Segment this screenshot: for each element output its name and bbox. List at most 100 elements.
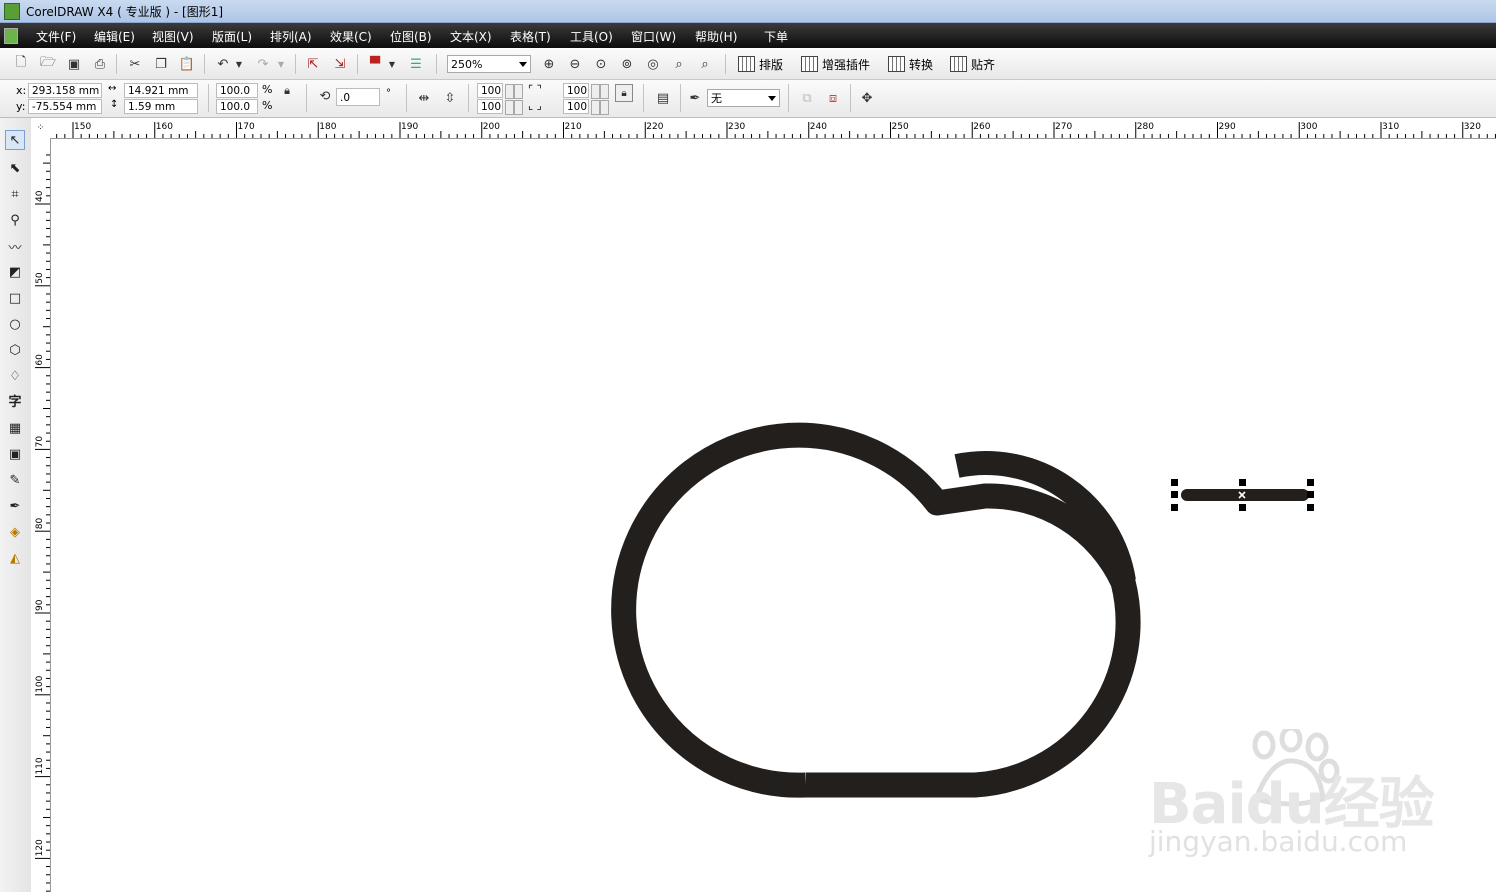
selection-handle[interactable] bbox=[1307, 491, 1314, 498]
import-icon[interactable]: ⇱ bbox=[304, 55, 322, 73]
convert-to-curves-icon[interactable]: ✥ bbox=[858, 89, 876, 107]
position-a-top-input[interactable]: 100 bbox=[477, 83, 503, 98]
menu-file[interactable]: 文件(F) bbox=[36, 28, 76, 45]
break-apart-icon[interactable]: ⧈ bbox=[824, 89, 842, 107]
zoom-page-icon[interactable]: ◎ bbox=[644, 55, 662, 73]
paste-icon[interactable]: 📋 bbox=[178, 55, 196, 73]
menu-effects[interactable]: 效果(C) bbox=[330, 28, 372, 45]
eyedropper-tool-icon[interactable]: ✎ bbox=[5, 470, 25, 490]
selection-handle[interactable] bbox=[1239, 504, 1246, 511]
horizontal-ruler[interactable]: 150 160 170 180 190 200 210 220 230 240 250 260 270 2… bbox=[50, 118, 1496, 139]
x-position-input[interactable]: 293.158 mm bbox=[28, 83, 102, 98]
zoom-out-icon[interactable]: ⊖ bbox=[566, 55, 584, 73]
selection-handle[interactable] bbox=[1307, 479, 1314, 486]
menu-arrange[interactable]: 排列(A) bbox=[270, 28, 312, 45]
zoom-levels-select[interactable]: 250% bbox=[447, 55, 531, 73]
outline-width-select[interactable]: 无 bbox=[707, 89, 780, 107]
menu-window[interactable]: 窗口(W) bbox=[631, 28, 676, 45]
zoom-tool-icon[interactable]: ⚲ bbox=[5, 210, 25, 230]
selection-handle[interactable] bbox=[1239, 479, 1246, 486]
scale-x-input[interactable]: 100.0 bbox=[216, 83, 258, 98]
undo-dropdown-icon[interactable]: ▼ bbox=[234, 55, 244, 73]
zoom-height-icon[interactable]: ⌕ bbox=[696, 55, 714, 73]
width-input[interactable]: 14.921 mm bbox=[124, 83, 198, 98]
spinner-icon[interactable] bbox=[600, 84, 609, 99]
spinner-icon[interactable] bbox=[505, 100, 514, 115]
copy-icon[interactable]: ❐ bbox=[152, 55, 170, 73]
table-tool-icon[interactable]: ▦ bbox=[5, 418, 25, 438]
position-b-bottom-input[interactable]: 100 bbox=[563, 99, 589, 114]
menu-bitmaps[interactable]: 位图(B) bbox=[390, 28, 432, 45]
ellipse-tool-icon[interactable]: ○ bbox=[5, 314, 25, 334]
fill-tool-icon[interactable]: ◈ bbox=[5, 522, 25, 542]
mirror-horizontal-icon[interactable]: ⇹ bbox=[415, 89, 433, 107]
menu-tools[interactable]: 工具(O) bbox=[570, 28, 613, 45]
y-position-input[interactable]: -75.554 mm bbox=[28, 99, 102, 114]
redo-icon[interactable]: ↷ bbox=[254, 55, 272, 73]
menu-order[interactable]: 下单 bbox=[764, 28, 788, 45]
menu-help[interactable]: 帮助(H) bbox=[695, 28, 737, 45]
zoom-selected-icon[interactable]: ⊙ bbox=[592, 55, 610, 73]
smart-fill-tool-icon[interactable]: ◩ bbox=[5, 262, 25, 282]
menu-table[interactable]: 表格(T) bbox=[510, 28, 551, 45]
crop-tool-icon[interactable]: ⌗ bbox=[5, 184, 25, 204]
freehand-tool-icon[interactable]: 〰 bbox=[5, 236, 25, 256]
lock-ratio-icon[interactable]: 🔒︎ bbox=[280, 84, 294, 98]
basic-shapes-tool-icon[interactable]: ♢ bbox=[5, 366, 25, 386]
menu-text[interactable]: 文本(X) bbox=[450, 28, 492, 45]
menu-view[interactable]: 视图(V) bbox=[152, 28, 194, 45]
spinner-icon[interactable] bbox=[591, 100, 600, 115]
pick-tool-icon[interactable]: ↖ bbox=[5, 130, 25, 150]
shape-tool-icon[interactable]: ⬉ bbox=[5, 158, 25, 178]
enhance-plugin-button[interactable]: 增强插件 bbox=[801, 54, 870, 74]
combine-icon[interactable]: ⧉ bbox=[798, 89, 816, 107]
vertical-ruler[interactable]: 40 50 60 70 80 90 100 110 120 bbox=[31, 138, 51, 892]
redo-dropdown-icon[interactable]: ▼ bbox=[276, 55, 286, 73]
cut-icon[interactable]: ✂ bbox=[126, 55, 144, 73]
zoom-in-icon[interactable]: ⊕ bbox=[540, 55, 558, 73]
zoom-all-objects-icon[interactable]: ⊚ bbox=[618, 55, 636, 73]
rotation-angle-input[interactable]: .0 bbox=[336, 88, 380, 106]
spinner-icon[interactable] bbox=[505, 84, 514, 99]
welcome-screen-icon[interactable]: ☰ bbox=[407, 55, 425, 73]
interactive-fill-tool-icon[interactable]: ◭ bbox=[5, 548, 25, 568]
mirror-vertical-icon[interactable]: ⇳ bbox=[441, 89, 459, 107]
text-tool-icon[interactable]: 字 bbox=[5, 390, 25, 410]
height-input[interactable]: 1.59 mm bbox=[124, 99, 198, 114]
new-document-icon[interactable]: 🗋 bbox=[12, 55, 30, 73]
rectangle-tool-icon[interactable]: □ bbox=[5, 288, 25, 308]
application-launcher-icon[interactable]: ▀ bbox=[366, 55, 384, 73]
selection-handle[interactable] bbox=[1171, 491, 1178, 498]
undo-icon[interactable]: ↶ bbox=[214, 55, 232, 73]
selection-handle[interactable] bbox=[1171, 479, 1178, 486]
selection-handle[interactable] bbox=[1307, 504, 1314, 511]
open-folder-icon[interactable]: 🗁 bbox=[39, 55, 57, 73]
export-icon[interactable]: ⇲ bbox=[331, 55, 349, 73]
menu-layout[interactable]: 版面(L) bbox=[212, 28, 252, 45]
convert-plugin-button[interactable]: 转换 bbox=[888, 54, 933, 74]
print-icon[interactable]: ⎙ bbox=[91, 55, 109, 73]
interactive-blend-tool-icon[interactable]: ▣ bbox=[5, 444, 25, 464]
outline-tool-icon[interactable]: ✒ bbox=[5, 496, 25, 516]
scale-y-input[interactable]: 100.0 bbox=[216, 99, 258, 114]
drawing-canvas[interactable]: Baidu经验 jingyan.baidu.com bbox=[51, 139, 1496, 892]
wrap-paragraph-icon[interactable]: ▤ bbox=[654, 89, 672, 107]
spinner-icon[interactable] bbox=[514, 84, 523, 99]
snap-plugin-button[interactable]: 贴齐 bbox=[950, 54, 995, 74]
zoom-width-icon[interactable]: ⌕ bbox=[670, 55, 688, 73]
ruler-label: 70 bbox=[35, 436, 45, 448]
launcher-dropdown-icon[interactable]: ▼ bbox=[387, 55, 397, 73]
spinner-icon[interactable] bbox=[514, 100, 523, 115]
position-a-bottom-input[interactable]: 100 bbox=[477, 99, 503, 114]
spinner-icon[interactable] bbox=[591, 84, 600, 99]
spinner-icon[interactable] bbox=[600, 100, 609, 115]
corner-lock-icon[interactable]: 🔒︎ bbox=[615, 84, 633, 102]
polygon-tool-icon[interactable]: ⬡ bbox=[5, 340, 25, 360]
ruler-origin[interactable]: ⁘ bbox=[31, 118, 51, 139]
selection-handle[interactable] bbox=[1171, 504, 1178, 511]
document-icon[interactable] bbox=[4, 28, 18, 44]
layout-plugin-button[interactable]: 排版 bbox=[738, 54, 783, 74]
save-icon[interactable]: ▣ bbox=[65, 55, 83, 73]
position-b-top-input[interactable]: 100 bbox=[563, 83, 589, 98]
menu-edit[interactable]: 编辑(E) bbox=[94, 28, 135, 45]
